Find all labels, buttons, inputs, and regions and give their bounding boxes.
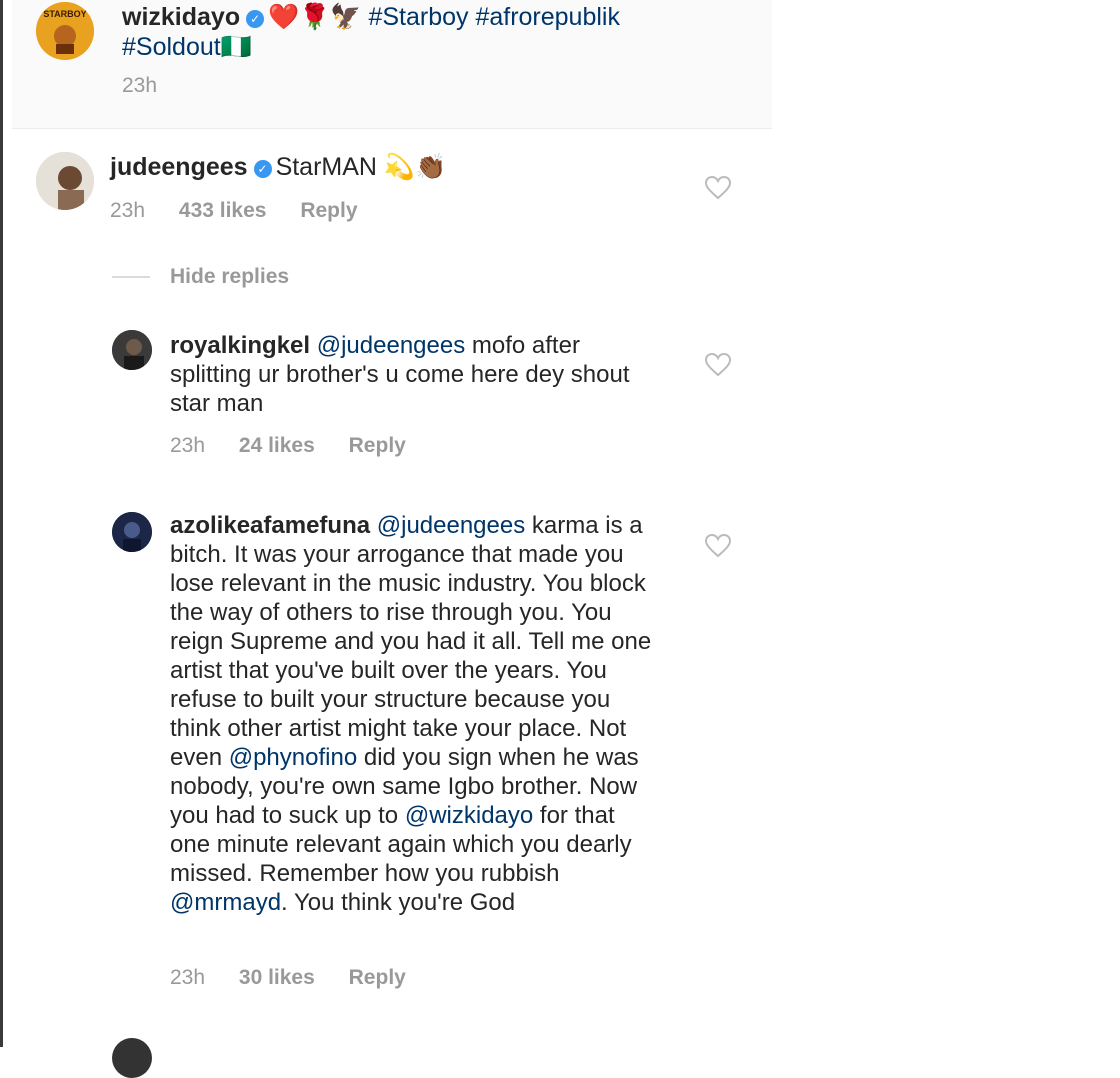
reply-body: royalkingkel @judeengees mofo after spli… [170, 331, 640, 418]
mention-mrmayd[interactable]: @mrmayd [170, 889, 281, 916]
avatar-image [112, 330, 152, 370]
reply-username[interactable]: royalkingkel [170, 332, 310, 359]
reply-text-part4: . You think you're God [281, 889, 516, 916]
reply-button[interactable]: Reply [349, 434, 406, 457]
avatar[interactable] [36, 152, 94, 210]
reply-mention[interactable]: @judeengees [317, 332, 465, 359]
comment-text: StarMAN [275, 153, 377, 181]
comment-time: 23h [110, 199, 146, 222]
comment-username[interactable]: judeengees [110, 153, 248, 181]
reply-meta: 23h 30 likes Reply [170, 966, 434, 990]
reply-meta: 23h 24 likes Reply [170, 434, 434, 458]
avatar[interactable]: STARBOY [36, 2, 94, 60]
reply-text-part1: karma is a bitch. It was your arrogance … [170, 512, 652, 771]
reply-likes[interactable]: 30 likes [239, 966, 315, 989]
comment-meta: 23h 433 likes Reply [110, 199, 386, 223]
reply-time: 23h [170, 434, 206, 457]
reply-username[interactable]: azolikeafamefuna [170, 512, 370, 539]
window-left-border [0, 0, 3, 1047]
avatar[interactable] [112, 330, 152, 370]
svg-text:STARBOY: STARBOY [43, 9, 86, 19]
post-username[interactable]: wizkidayo [122, 3, 240, 31]
comment-likes[interactable]: 433 likes [179, 199, 267, 222]
post-time: 23h [122, 74, 158, 97]
like-heart-icon[interactable] [704, 175, 732, 200]
hide-replies-line [112, 276, 150, 278]
mention-phynofino[interactable]: @phynofino [229, 744, 357, 771]
avatar-image: STARBOY [36, 2, 94, 60]
avatar[interactable] [112, 1038, 152, 1078]
verified-badge-icon: ✓ [253, 160, 272, 178]
reply-likes[interactable]: 24 likes [239, 434, 315, 457]
reply-mention[interactable]: @judeengees [377, 512, 525, 539]
caption-hashtag-soldout[interactable]: #Soldout [122, 33, 221, 61]
avatar-image [36, 152, 94, 210]
reply-button[interactable]: Reply [300, 199, 357, 222]
mention-wizkidayo[interactable]: @wizkidayo [405, 802, 533, 829]
caption-emojis: ❤️🌹🦅 [268, 2, 362, 31]
caption-hashtags[interactable]: #Starboy #afrorepublik [368, 3, 620, 31]
hide-replies-button[interactable]: Hide replies [170, 265, 289, 289]
like-heart-icon[interactable] [704, 352, 732, 377]
avatar[interactable] [112, 512, 152, 552]
verified-badge-icon: ✓ [246, 10, 265, 28]
post-caption-block: STARBOY wizkidayo ✓ ❤️🌹🦅 #Starboy #afrorep… [12, 0, 772, 129]
comment-emojis: 💫👏🏾 [383, 152, 447, 181]
avatar-image [112, 512, 152, 552]
post-meta: 23h [122, 74, 185, 98]
like-heart-icon[interactable] [704, 533, 732, 558]
reply-body: azolikeafamefuna @judeengees karma is a … [170, 511, 654, 917]
nigeria-flag-icon: 🇳🇬 [220, 32, 252, 61]
reply-time: 23h [170, 966, 206, 989]
reply-button[interactable]: Reply [349, 966, 406, 989]
